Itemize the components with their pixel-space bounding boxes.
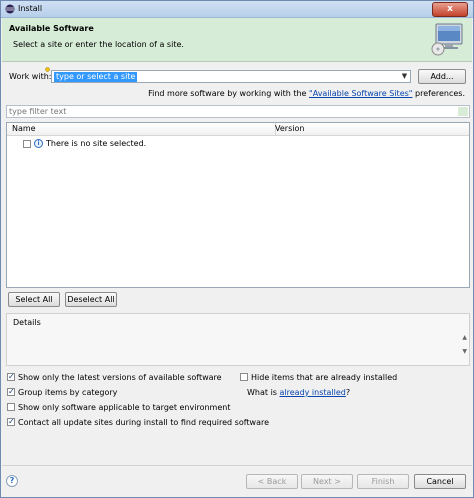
work-with-combo[interactable]: type or select a site ▼ [51, 70, 411, 83]
details-panel: Details ▲ ▼ [6, 313, 470, 366]
work-with-label: Work with: [9, 72, 52, 81]
finish-button[interactable]: Finish [357, 474, 409, 489]
page-title: Available Software [9, 24, 94, 33]
info-icon: i [34, 139, 43, 148]
what-is-prefix: What is [247, 388, 280, 397]
column-version-label: Version [275, 124, 305, 133]
page-description: Select a site or enter the location of a… [13, 40, 184, 49]
select-all-button[interactable]: Select All [8, 292, 60, 307]
chevron-down-icon[interactable]: ▼ [399, 71, 410, 82]
more-software-suffix: preferences. [412, 89, 465, 98]
hide-installed-checkbox[interactable] [240, 373, 248, 381]
contact-sites-checkbox[interactable] [7, 417, 15, 426]
contact-sites-label: Contact all update sites during install … [18, 418, 270, 427]
group-by-category-label: Group items by category [18, 388, 118, 397]
scroll-up-icon[interactable]: ▲ [462, 334, 467, 341]
target-env-label: Show only software applicable to target … [18, 403, 231, 412]
title-bar[interactable]: Install x [1, 1, 473, 18]
add-site-button[interactable]: Add... [418, 69, 466, 84]
next-button[interactable]: Next > [301, 474, 353, 489]
scroll-down-icon[interactable]: ▼ [462, 348, 467, 355]
available-software-sites-link[interactable]: "Available Software Sites" [309, 89, 412, 98]
filter-input[interactable] [7, 106, 441, 117]
work-with-input[interactable]: type or select a site [54, 72, 138, 82]
latest-versions-label: Show only the latest versions of availab… [18, 373, 222, 382]
column-version-header[interactable]: Version [275, 124, 304, 133]
window-close-button[interactable]: x [432, 2, 468, 17]
more-software-text: Find more software by working with the "… [148, 89, 465, 98]
filter-box[interactable] [6, 105, 470, 118]
details-title: Details [13, 318, 41, 327]
install-dialog: Install x Available Software Select a si… [0, 0, 474, 498]
table-header: Name Version [7, 123, 469, 136]
help-icon[interactable]: ? [6, 475, 18, 487]
row-name: There is no site selected. [46, 139, 147, 148]
install-banner-icon [431, 23, 463, 56]
window-title: Install [18, 4, 43, 13]
group-by-category-checkbox[interactable] [7, 387, 15, 396]
more-software-prefix: Find more software by working with the [148, 89, 310, 98]
clear-filter-icon[interactable] [458, 107, 468, 116]
eclipse-app-icon [5, 4, 15, 14]
cancel-button[interactable]: Cancel [414, 474, 466, 489]
back-button[interactable]: < Back [246, 474, 298, 489]
what-is-installed-text: What is already installed? [247, 388, 350, 397]
wizard-header: Available Software Select a site or ente… [2, 18, 472, 62]
what-is-suffix: ? [345, 388, 351, 397]
column-name-header[interactable]: Name [12, 124, 36, 133]
already-installed-link[interactable]: already installed [280, 388, 346, 397]
hide-installed-label: Hide items that are already installed [251, 373, 398, 382]
deselect-all-button[interactable]: Deselect All [65, 292, 117, 307]
footer-divider [2, 465, 472, 466]
row-checkbox[interactable] [23, 140, 31, 148]
target-env-checkbox[interactable] [7, 403, 15, 411]
latest-versions-checkbox[interactable] [7, 372, 15, 381]
software-table[interactable]: Name Version i There is no site selected… [6, 122, 470, 288]
content-assist-icon [45, 67, 50, 72]
